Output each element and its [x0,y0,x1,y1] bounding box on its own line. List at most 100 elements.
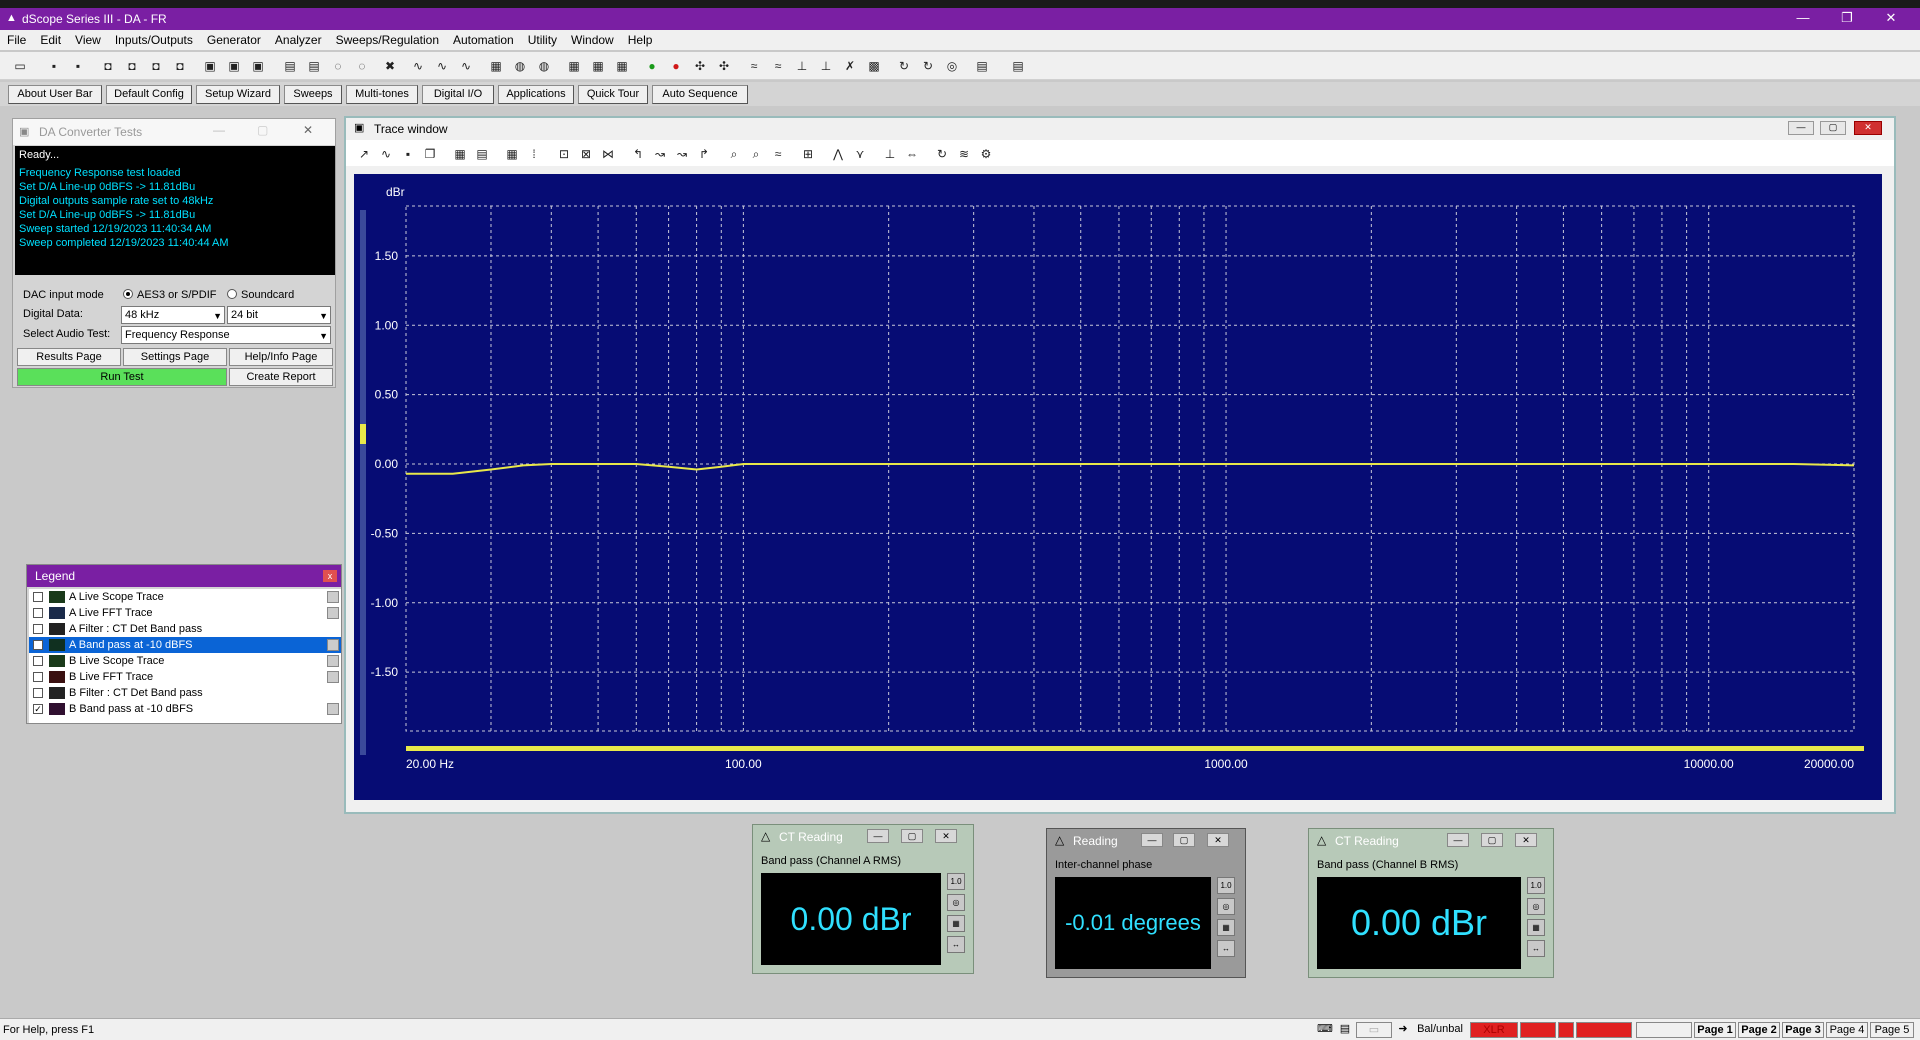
settings-page-button[interactable]: Settings Page [123,348,227,366]
sweep-b-icon[interactable]: ✣ [716,58,732,74]
analyzer-c-icon[interactable]: ∿ [458,58,474,74]
menu-automation[interactable]: Automation [446,30,521,47]
marker-b-icon[interactable]: ⋎ [852,146,868,162]
close-icon[interactable]: ✕ [1207,833,1229,847]
minimize-icon[interactable]: — [1788,121,1814,135]
menu-edit[interactable]: Edit [33,30,68,47]
legend-checkbox[interactable] [33,656,43,666]
digital-io-button[interactable]: Digital I/O [422,85,494,104]
automation-icon[interactable]: ↻ [896,58,912,74]
probe-icon[interactable]: ◎ [1527,898,1545,915]
radio-soundcard[interactable]: Soundcard [227,289,294,301]
limit-icon[interactable]: ⊥ [882,146,898,162]
trace-properties-icon[interactable] [327,671,339,683]
results-page-button[interactable]: Results Page [17,348,121,366]
scope-c-icon[interactable]: ◍ [536,58,552,74]
zoom-fit-icon[interactable]: ⊡ [556,146,572,162]
setup-wizard-button[interactable]: Setup Wizard [196,85,280,104]
input-b-icon[interactable]: ▤ [306,58,322,74]
chart-svg[interactable]: 1.50 1.00 0.50 0.00 -0.50 -1.00 -1.50 dBr 20.00 … [354,174,1882,800]
legend-item[interactable]: B Filter : CT Det Band pass [29,685,341,701]
cursor-left-icon[interactable]: ↰ [630,146,646,162]
close-icon[interactable]: ✕ [935,829,957,843]
minimize-icon[interactable]: — [867,829,889,843]
legend-item[interactable]: ✓ B Band pass at -10 dBFS [29,701,341,717]
menu-inputs-outputs[interactable]: Inputs/Outputs [108,30,200,47]
meter-c-icon[interactable]: ▦ [614,58,630,74]
radio-aes3[interactable]: AES3 or S/PDIF [123,289,216,301]
legend-checkbox[interactable] [33,592,43,602]
trace-save-icon[interactable]: ▪ [400,146,416,162]
minimize-icon[interactable]: — [1788,10,1818,25]
menu-sweeps-regulation[interactable]: Sweeps/Regulation [329,30,446,47]
maximize-icon[interactable]: ▢ [1173,833,1195,847]
legend-item-selected[interactable]: ✓ A Band pass at -10 dBFS [29,637,341,653]
trace-c-icon[interactable]: ⊥ [794,58,810,74]
close-icon[interactable]: ✕ [1876,10,1906,26]
expand-icon[interactable]: ↔ [1217,940,1235,957]
scope-icon[interactable]: ▦ [488,58,504,74]
trace-properties-icon[interactable] [327,703,339,715]
applications-button[interactable]: Applications [498,85,574,104]
export-icon[interactable]: ▤ [974,58,990,74]
page-5-button[interactable]: Page 5 [1870,1022,1914,1038]
maximize-icon[interactable]: ▢ [1481,833,1503,847]
probe-icon[interactable]: ◎ [1217,898,1235,915]
run-icon[interactable]: ● [644,58,660,74]
expand-icon[interactable]: ↔ [947,936,965,953]
zoom-out-icon[interactable]: ⋈ [600,146,616,162]
sample-rate-select[interactable]: 48 kHz ▼ [121,306,225,324]
frequency-response-plot[interactable]: 1.50 1.00 0.50 0.00 -0.50 -1.00 -1.50 dBr 20.00 … [354,174,1882,800]
trace-properties-icon[interactable] [327,639,339,651]
page-2-button[interactable]: Page 2 [1738,1022,1780,1038]
zoom-in-icon[interactable]: ⌕ [726,146,742,162]
output-c-icon[interactable]: ◘ [148,58,164,74]
legend-checkbox[interactable] [33,672,43,682]
trace-properties-icon[interactable] [327,591,339,603]
legend-checkbox[interactable]: ✓ [33,704,43,714]
chevron-down-icon[interactable]: ▼ [213,308,222,324]
scale-icon[interactable]: 1.0 [1217,877,1235,894]
save-icon[interactable]: ▪ [46,58,62,74]
radio-aes3-dot[interactable] [123,289,133,299]
scale-icon[interactable]: 1.0 [1527,877,1545,894]
scope-b-icon[interactable]: ◍ [512,58,528,74]
restore-icon[interactable]: ❐ [1832,10,1862,26]
generator-c-icon[interactable]: ▣ [250,58,266,74]
settings-icon[interactable]: ⚙ [978,146,994,162]
quick-tour-button[interactable]: Quick Tour [578,85,648,104]
maximize-icon[interactable]: ▢ [901,829,923,843]
analyzer-b-icon[interactable]: ∿ [434,58,450,74]
legend-item[interactable]: A Filter : CT Det Band pass [29,621,341,637]
open-icon[interactable]: ▭ [12,58,28,74]
meter-icon[interactable]: ▦ [566,58,582,74]
legend-checkbox[interactable] [33,688,43,698]
output-a-icon[interactable]: ◘ [100,58,116,74]
expand-icon[interactable]: ↔ [1527,940,1545,957]
legend-checkbox[interactable]: ✓ [33,640,43,650]
record-icon[interactable]: ● [668,58,684,74]
average-icon[interactable]: ≋ [956,146,972,162]
cursor-a-icon[interactable]: ↝ [652,146,668,162]
stop-icon[interactable]: ✖ [382,58,398,74]
radio-soundcard-dot[interactable] [227,289,237,299]
page-4-button[interactable]: Page 4 [1826,1022,1868,1038]
scale-icon[interactable]: 1.0 [947,873,965,890]
input-d-icon[interactable]: ◌ [354,58,370,74]
trace-properties-icon[interactable] [327,655,339,667]
cursor-b-icon[interactable]: ↝ [674,146,690,162]
maximize-icon[interactable]: ▢ [1820,121,1846,135]
probe-icon[interactable]: ◎ [947,894,965,911]
trace-copy-icon[interactable]: ❐ [422,146,438,162]
trace-graph-icon[interactable]: ▦ [452,146,468,162]
menu-help[interactable]: Help [621,30,660,47]
output-b-icon[interactable]: ◘ [124,58,140,74]
trace-table-icon[interactable]: ▤ [474,146,490,162]
analyzer-icon[interactable]: ∿ [410,58,426,74]
default-config-button[interactable]: Default Config [106,85,192,104]
graph-icon[interactable]: ▦ [1527,919,1545,936]
menu-view[interactable]: View [68,30,108,47]
run-test-button[interactable]: Run Test [17,368,227,386]
cursor-right-icon[interactable]: ↱ [696,146,712,162]
zoom-x-icon[interactable]: ⌕ [748,146,764,162]
